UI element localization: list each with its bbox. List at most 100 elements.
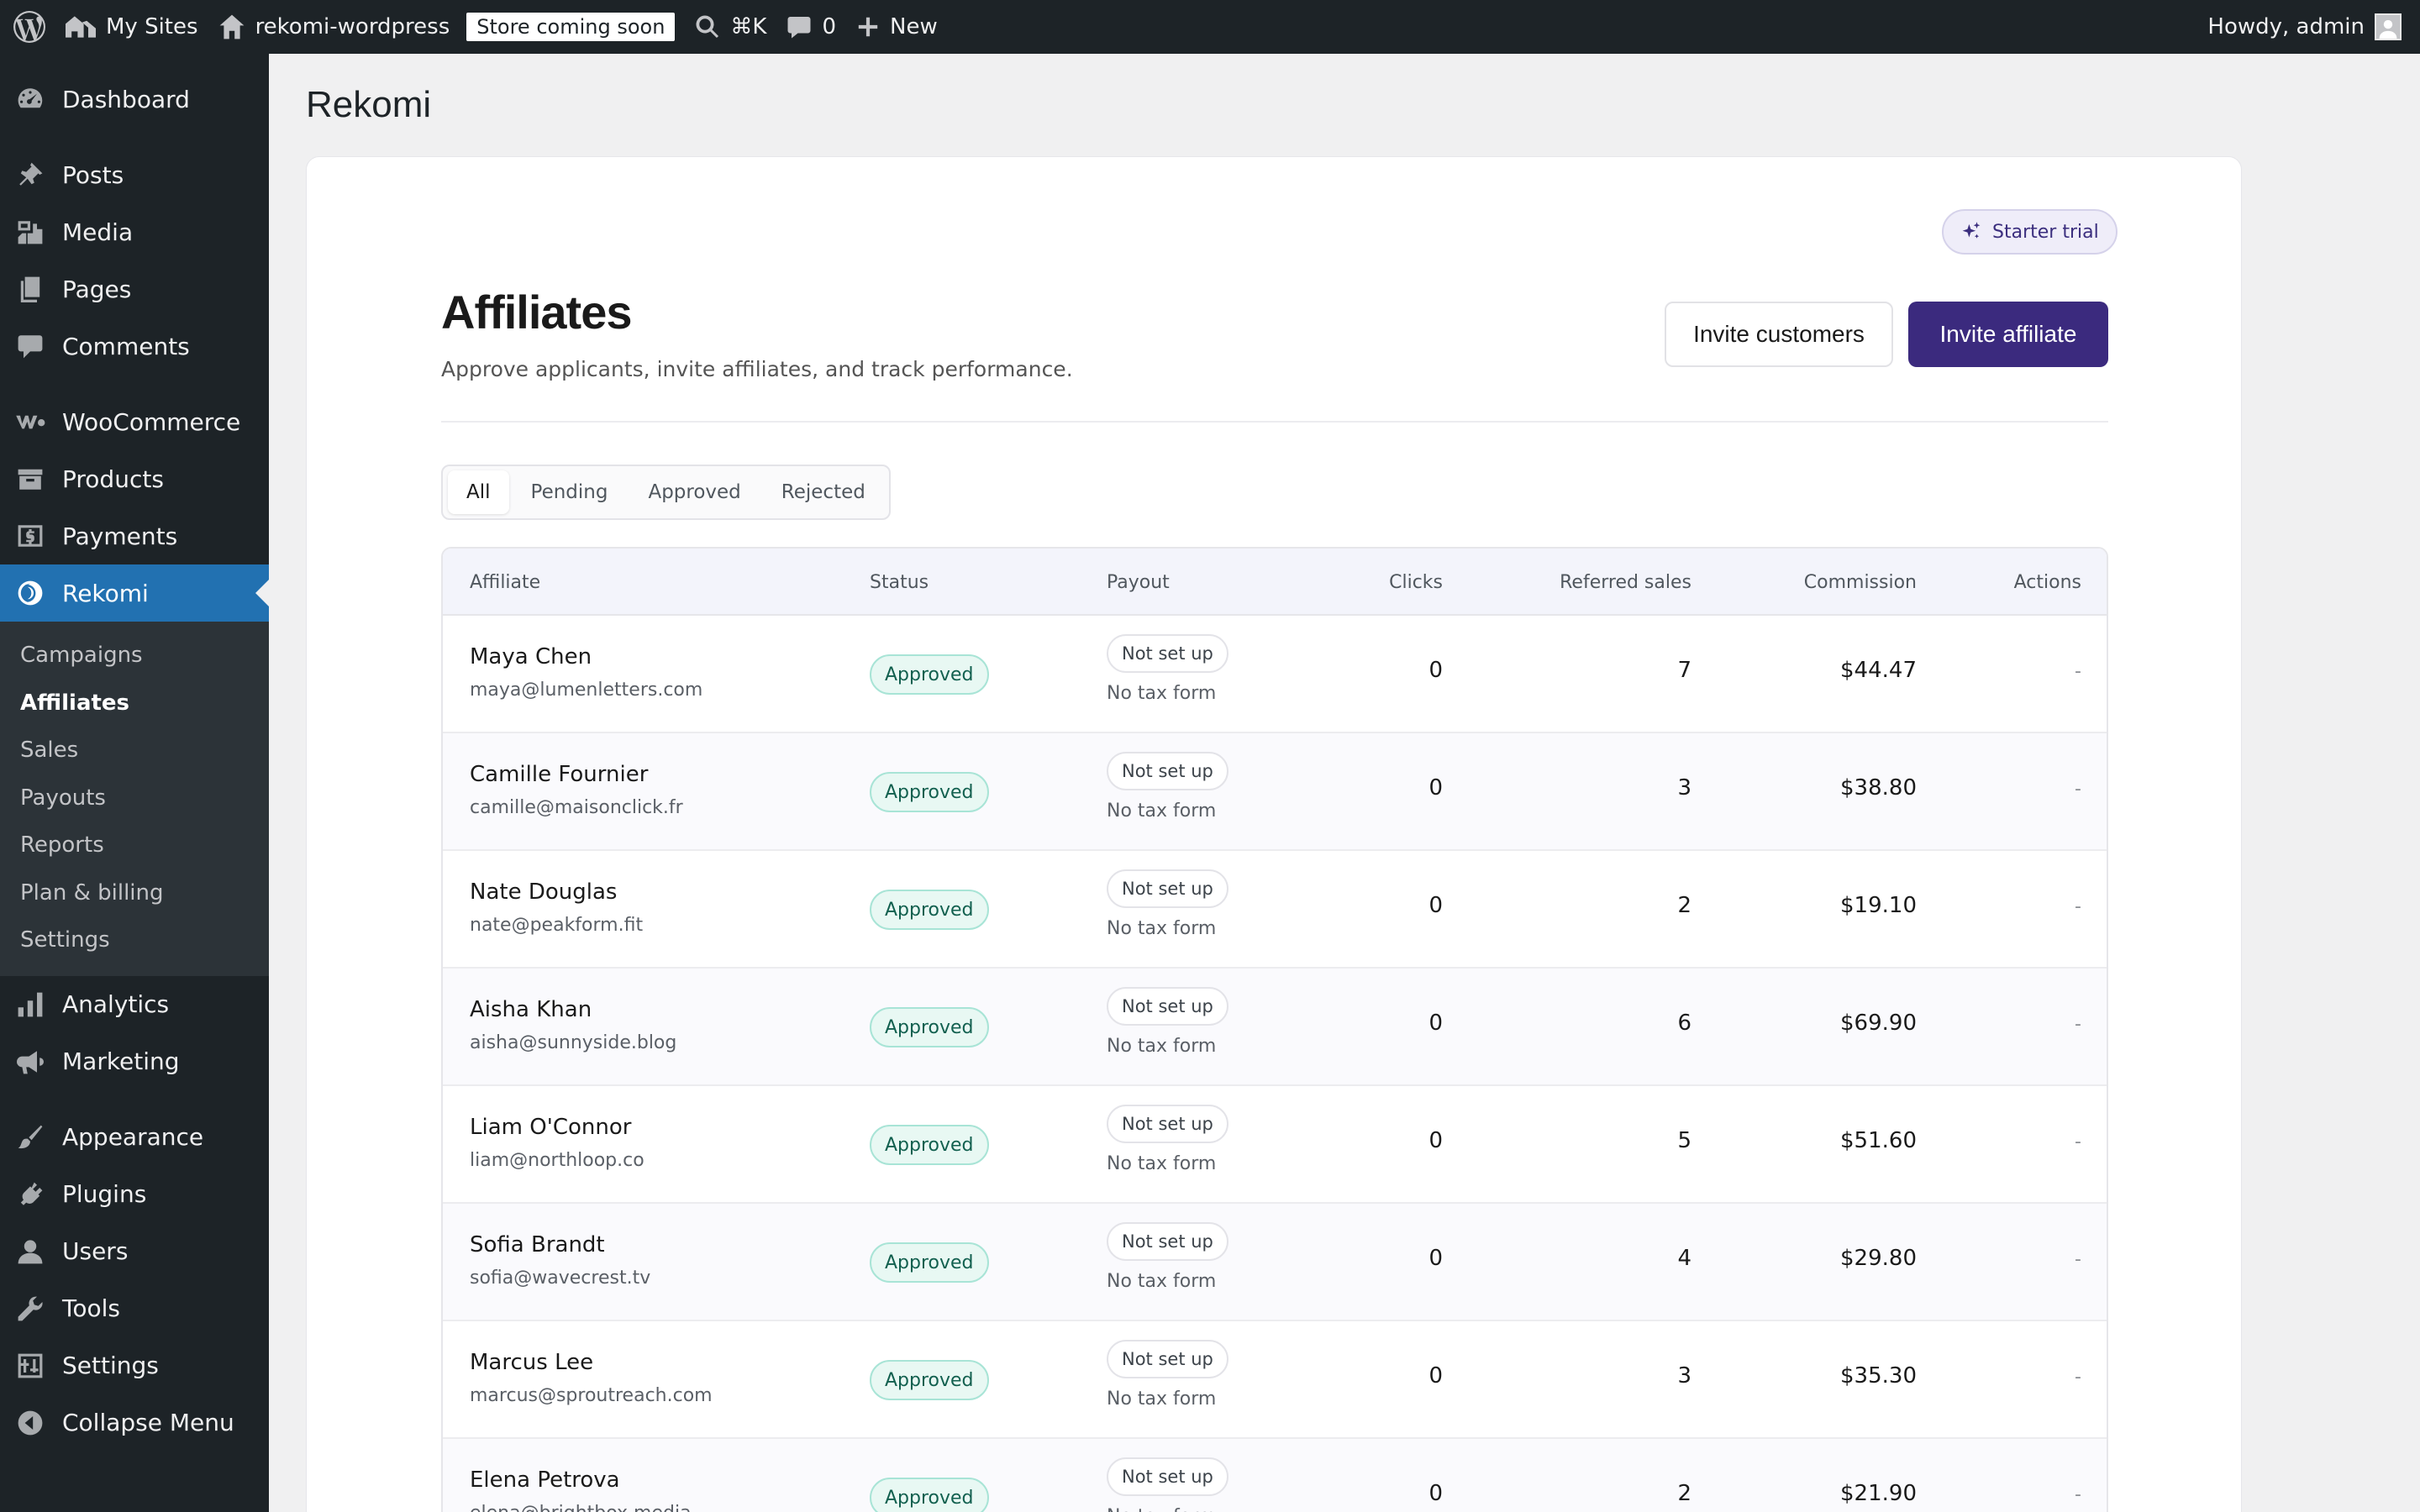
account-menu[interactable]: Howdy, admin xyxy=(2197,0,2420,54)
menu-products[interactable]: Products xyxy=(0,450,269,507)
filter-tab-all[interactable]: All xyxy=(448,470,509,514)
command-search-button[interactable]: ⌘K xyxy=(685,0,776,54)
row-actions-button[interactable]: - xyxy=(2075,1249,2081,1270)
submenu-campaigns[interactable]: Campaigns xyxy=(0,632,269,680)
tax-form-status: No tax form xyxy=(1107,918,1217,939)
new-label: New xyxy=(890,14,938,39)
row-actions-button[interactable]: - xyxy=(2075,1014,2081,1035)
my-sites-menu[interactable]: My Sites xyxy=(55,0,208,54)
table-row[interactable]: Liam O'Connor liam@northloop.co Approved… xyxy=(443,1086,2107,1204)
affiliate-email: maya@lumenletters.com xyxy=(470,680,703,701)
submenu-sales[interactable]: Sales xyxy=(0,727,269,774)
menu-users[interactable]: Users xyxy=(0,1223,269,1280)
affiliate-name[interactable]: Elena Petrova xyxy=(470,1467,620,1493)
filter-tab-pending[interactable]: Pending xyxy=(513,470,627,514)
starter-trial-label: Starter trial xyxy=(1992,221,2099,243)
table-row[interactable]: Maya Chen maya@lumenletters.com Approved… xyxy=(443,616,2107,733)
menu-users-label: Users xyxy=(62,1237,129,1265)
plug-icon xyxy=(15,1179,45,1210)
menu-collapse[interactable]: Collapse Menu xyxy=(0,1394,269,1452)
menu-rekomi[interactable]: Rekomi xyxy=(0,564,269,622)
table-row[interactable]: Elena Petrova elena@brightbox.media Appr… xyxy=(443,1439,2107,1512)
tax-form-status: No tax form xyxy=(1107,1506,1216,1512)
column-header-affiliate[interactable]: Affiliate xyxy=(470,549,540,616)
table-row[interactable]: Nate Douglas nate@peakform.fit Approved … xyxy=(443,851,2107,969)
row-actions-button[interactable]: - xyxy=(2075,779,2081,800)
clicks-value: 0 xyxy=(1428,658,1443,683)
row-actions-button[interactable]: - xyxy=(2075,661,2081,682)
comments-menu[interactable]: 0 xyxy=(776,0,846,54)
menu-dashboard[interactable]: Dashboard xyxy=(0,71,269,128)
submenu-payouts[interactable]: Payouts xyxy=(0,774,269,822)
menu-settings[interactable]: Settings xyxy=(0,1337,269,1394)
submenu-reports[interactable]: Reports xyxy=(0,822,269,869)
row-actions-button[interactable]: - xyxy=(2075,1131,2081,1152)
affiliate-name[interactable]: Sofia Brandt xyxy=(470,1232,605,1257)
table-row[interactable]: Aisha Khan aisha@sunnyside.blog Approved… xyxy=(443,969,2107,1086)
row-actions-button[interactable]: - xyxy=(2075,1484,2081,1505)
column-header-clicks[interactable]: Clicks xyxy=(1389,549,1443,616)
menu-marketing[interactable]: Marketing xyxy=(0,1033,269,1090)
filter-tab-approved[interactable]: Approved xyxy=(629,470,759,514)
menu-posts[interactable]: Posts xyxy=(0,146,269,203)
affiliate-name[interactable]: Maya Chen xyxy=(470,644,592,669)
table-body: Maya Chen maya@lumenletters.com Approved… xyxy=(443,616,2107,1512)
menu-pages-label: Pages xyxy=(62,275,132,303)
tax-form-status: No tax form xyxy=(1107,801,1217,822)
column-header-actions: Actions xyxy=(2013,571,2081,593)
submenu-settings[interactable]: Settings xyxy=(0,916,269,964)
affiliate-name[interactable]: Liam O'Connor xyxy=(470,1115,631,1140)
menu-appearance[interactable]: Appearance xyxy=(0,1109,269,1166)
affiliate-name[interactable]: Marcus Lee xyxy=(470,1350,593,1375)
payout-status-tag: Not set up xyxy=(1107,1222,1228,1261)
menu-pages[interactable]: Pages xyxy=(0,260,269,318)
menu-payments-label: Payments xyxy=(62,522,178,550)
new-content-menu[interactable]: New xyxy=(846,0,948,54)
filter-tab-rejected[interactable]: Rejected xyxy=(763,470,884,514)
payout-status-tag: Not set up xyxy=(1107,1105,1228,1143)
section-title: Affiliates xyxy=(441,286,632,339)
column-header-commission[interactable]: Commission xyxy=(1804,549,1917,616)
submenu-plan-billing[interactable]: Plan & billing xyxy=(0,869,269,917)
status-badge: Approved xyxy=(870,654,989,695)
menu-plugins[interactable]: Plugins xyxy=(0,1166,269,1223)
clicks-value: 0 xyxy=(1428,775,1443,801)
payout-status-tag: Not set up xyxy=(1107,1340,1228,1378)
commission-value: $21.90 xyxy=(1840,1481,1917,1506)
affiliate-name[interactable]: Nate Douglas xyxy=(470,879,617,905)
invite-affiliate-button[interactable]: Invite affiliate xyxy=(1908,302,2108,367)
affiliate-name[interactable]: Camille Fournier xyxy=(470,762,648,787)
howdy-label: Howdy, admin xyxy=(2207,14,2365,39)
menu-payments[interactable]: Payments xyxy=(0,507,269,564)
affiliate-name[interactable]: Aisha Khan xyxy=(470,997,592,1022)
my-sites-icon xyxy=(66,16,96,38)
avatar xyxy=(2375,13,2402,40)
menu-woocommerce[interactable]: WooCommerce xyxy=(0,393,269,450)
column-header-referred-sales[interactable]: Referred sales xyxy=(1560,549,1691,616)
commission-value: $29.80 xyxy=(1840,1246,1917,1271)
affiliate-email: aisha@sunnyside.blog xyxy=(470,1032,677,1053)
wrench-icon xyxy=(15,1294,45,1324)
invite-customers-button[interactable]: Invite customers xyxy=(1665,302,1893,367)
column-header-status[interactable]: Status xyxy=(870,549,929,616)
row-actions-button[interactable]: - xyxy=(2075,1367,2081,1388)
store-coming-soon-badge[interactable]: Store coming soon xyxy=(466,13,676,41)
starter-trial-badge[interactable]: Starter trial xyxy=(1942,209,2118,255)
menu-analytics[interactable]: Analytics xyxy=(0,976,269,1033)
table-row[interactable]: Camille Fournier camille@maisonclick.fr … xyxy=(443,733,2107,851)
column-header-payout[interactable]: Payout xyxy=(1107,549,1170,616)
submenu-affiliates[interactable]: Affiliates xyxy=(0,680,269,727)
status-badge: Approved xyxy=(870,1242,989,1283)
status-badge: Approved xyxy=(870,1125,989,1165)
menu-comments[interactable]: Comments xyxy=(0,318,269,375)
menu-media[interactable]: Media xyxy=(0,203,269,260)
wordpress-logo-button[interactable] xyxy=(0,0,55,54)
menu-tools[interactable]: Tools xyxy=(0,1280,269,1337)
site-name-menu[interactable]: rekomi-wordpress Store coming soon xyxy=(208,0,686,54)
table-row[interactable]: Marcus Lee marcus@sproutreach.com Approv… xyxy=(443,1321,2107,1439)
megaphone-icon xyxy=(15,1047,45,1077)
table-row[interactable]: Sofia Brandt sofia@wavecrest.tv Approved… xyxy=(443,1204,2107,1321)
my-sites-label: My Sites xyxy=(106,14,198,39)
row-actions-button[interactable]: - xyxy=(2075,896,2081,917)
brush-icon xyxy=(15,1122,45,1152)
